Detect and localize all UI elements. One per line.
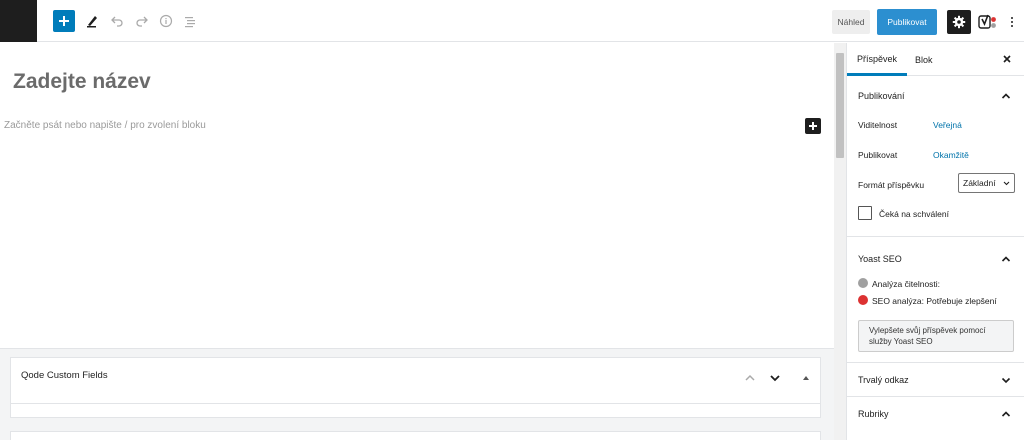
chevron-up-icon [1001, 411, 1011, 417]
move-up-button[interactable] [743, 371, 757, 385]
readability-analysis[interactable]: Analýza čitelnosti: [872, 279, 940, 289]
permalink-panel-header[interactable]: Trvalý odkaz [847, 365, 1024, 395]
divider [847, 236, 1024, 237]
panel-title: Rubriky [858, 409, 889, 419]
yoast-improve-button[interactable]: Vylepšete svůj příspěvek pomocí služby Y… [858, 320, 1014, 352]
block-appender-placeholder[interactable]: Začněte psát nebo napište / pro zvolení … [4, 120, 206, 131]
divider [847, 396, 1024, 397]
metabox-body [10, 404, 821, 418]
add-block-button[interactable] [53, 10, 75, 32]
close-sidebar-button[interactable] [1001, 53, 1013, 65]
settings-button[interactable] [947, 10, 971, 34]
visibility-link[interactable]: Veřejná [933, 120, 962, 130]
tab-block[interactable]: Blok [915, 43, 933, 76]
settings-sidebar: Příspěvek Blok Publikování Viditelnost V… [846, 43, 1024, 440]
editor-canvas: Zadejte název Začněte psát nebo napište … [0, 43, 834, 348]
undo-icon[interactable] [106, 10, 128, 32]
preview-button[interactable]: Náhled [832, 10, 870, 34]
toggle-panel-button[interactable] [799, 371, 813, 385]
editor-scrollbar[interactable] [834, 43, 846, 440]
pending-review-checkbox[interactable] [858, 206, 872, 220]
outline-list-icon[interactable] [179, 10, 201, 32]
caret-up-icon [803, 376, 809, 380]
more-vertical-icon [1011, 17, 1013, 19]
wordpress-home-button[interactable] [0, 0, 37, 42]
chevron-up-icon [1001, 256, 1011, 262]
redo-icon[interactable] [131, 10, 153, 32]
inline-add-block-button[interactable] [805, 118, 821, 134]
readability-status-icon [858, 278, 868, 288]
qode-custom-fields-metabox: Qode Custom Fields [10, 357, 821, 404]
post-format-select[interactable]: Základní [958, 173, 1015, 193]
chevron-up-icon [745, 374, 755, 381]
seo-analysis[interactable]: SEO analýza: Potřebuje zlepšení [872, 296, 997, 306]
panel-title: Publikování [858, 91, 905, 101]
post-title-input[interactable]: Zadejte název [13, 70, 151, 94]
post-format-label: Formát příspěvku [858, 180, 925, 190]
chevron-down-icon [770, 375, 780, 382]
post-format-value: Základní [963, 178, 996, 188]
seo-status-icon [858, 295, 868, 305]
panel-title: Yoast SEO [858, 254, 902, 264]
publish-time-link[interactable]: Okamžitě [933, 150, 969, 160]
publish-button[interactable]: Publikovat [877, 9, 937, 35]
edit-pencil-icon[interactable] [81, 10, 103, 32]
next-metabox [10, 431, 821, 440]
gear-icon [952, 15, 966, 29]
close-icon [1003, 55, 1011, 63]
tab-post[interactable]: Příspěvek [847, 43, 907, 76]
pending-review-label: Čeká na schválení [879, 209, 949, 219]
yoast-button[interactable] [977, 10, 999, 34]
scrollbar-thumb[interactable] [836, 53, 844, 158]
chevron-down-icon [1003, 181, 1010, 186]
sidebar-tabs: Příspěvek Blok [847, 43, 1024, 76]
metabox-area: Qode Custom Fields [0, 348, 834, 440]
move-down-button[interactable] [768, 371, 782, 385]
panel-title: Trvalý odkaz [858, 375, 909, 385]
yoast-logo-icon [978, 14, 996, 29]
categories-panel-header[interactable]: Rubriky [847, 399, 1024, 429]
editor-header: Náhled Publikovat [0, 0, 1024, 42]
publish-time-label: Publikovat [858, 150, 898, 160]
chevron-up-icon [1001, 93, 1011, 99]
publish-panel-header[interactable]: Publikování [847, 81, 1024, 111]
metabox-title: Qode Custom Fields [21, 370, 108, 381]
visibility-label: Viditelnost [858, 120, 898, 130]
info-icon[interactable] [155, 10, 177, 32]
chevron-down-icon [1001, 377, 1011, 384]
yoast-panel-header[interactable]: Yoast SEO [847, 244, 1024, 274]
more-options-button[interactable] [1005, 10, 1019, 34]
divider [847, 362, 1024, 363]
